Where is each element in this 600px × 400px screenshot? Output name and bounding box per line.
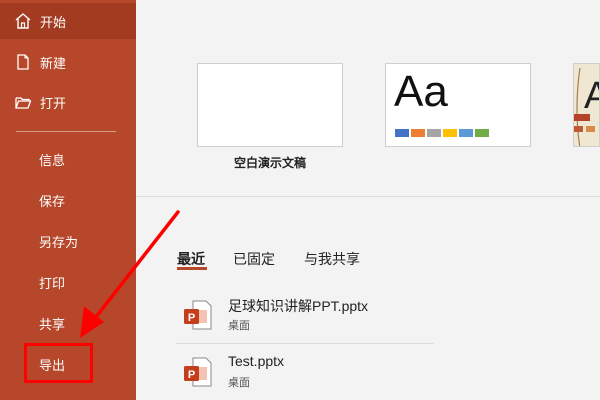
file-location: 桌面 [228, 377, 250, 389]
sidebar-item-label: 开始 [40, 14, 67, 30]
tab-recent[interactable]: 最近 [177, 249, 205, 269]
sidebar-item-new[interactable]: 新建 [0, 44, 150, 80]
home-icon [14, 12, 32, 30]
template-blank-presentation[interactable] [197, 63, 343, 147]
sidebar-item-label: 共享 [39, 316, 66, 332]
row-divider [176, 343, 434, 344]
swatch-2 [427, 129, 441, 137]
sidebar-item-home[interactable]: 开始 [0, 3, 150, 39]
template-partial[interactable]: A [573, 63, 600, 147]
swatch-5 [475, 129, 489, 137]
export-highlight-box [24, 343, 93, 383]
sidebar-item-open[interactable]: 打开 [0, 84, 150, 120]
tab-shared-with-me[interactable]: 与我共享 [304, 249, 360, 269]
swatch-0 [395, 129, 409, 137]
tab-pinned[interactable]: 已固定 [233, 249, 275, 269]
swatch-4 [459, 129, 473, 137]
theme-color-swatches [395, 129, 489, 137]
tab-active-indicator [177, 267, 207, 270]
file-name: 足球知识讲解PPT.pptx [228, 298, 369, 314]
file-location: 桌面 [228, 320, 250, 332]
open-folder-icon [14, 93, 32, 111]
sidebar-item-label: 打开 [40, 95, 67, 111]
sidebar-item-label: 打印 [39, 275, 66, 291]
file-name: Test.pptx [228, 353, 285, 369]
sidebar-divider [16, 131, 116, 132]
swatch-3 [443, 129, 457, 137]
template-label: 空白演示文稿 [233, 156, 306, 170]
section-divider [136, 196, 600, 197]
template-partial-preview: A [574, 64, 600, 146]
pptx-file-icon: P [184, 300, 212, 330]
sidebar-item-label: 保存 [39, 193, 66, 209]
theme-preview-text: Aa [394, 67, 448, 116]
new-document-icon [14, 53, 32, 71]
backstage-main: 空白演示文稿 Aa A 最近 已固定 与我共享 P [136, 0, 600, 400]
template-office-theme[interactable]: Aa [385, 63, 531, 147]
svg-text:P: P [188, 369, 195, 381]
recent-file-row[interactable]: P 足球知识讲解PPT.pptx 桌面 [180, 296, 434, 342]
sidebar-item-label: 信息 [39, 152, 66, 168]
backstage-sidebar: 开始 新建 打开 信息 保存 另存为 打印 共享 导出 [0, 0, 150, 400]
sidebar-item-label: 新建 [40, 55, 67, 71]
svg-text:A: A [584, 75, 600, 117]
sidebar-item-label: 另存为 [39, 234, 79, 250]
recent-file-row[interactable]: P Test.pptx 桌面 [180, 353, 434, 399]
swatch-1 [411, 129, 425, 137]
svg-text:P: P [188, 312, 195, 324]
pptx-file-icon: P [184, 357, 212, 387]
